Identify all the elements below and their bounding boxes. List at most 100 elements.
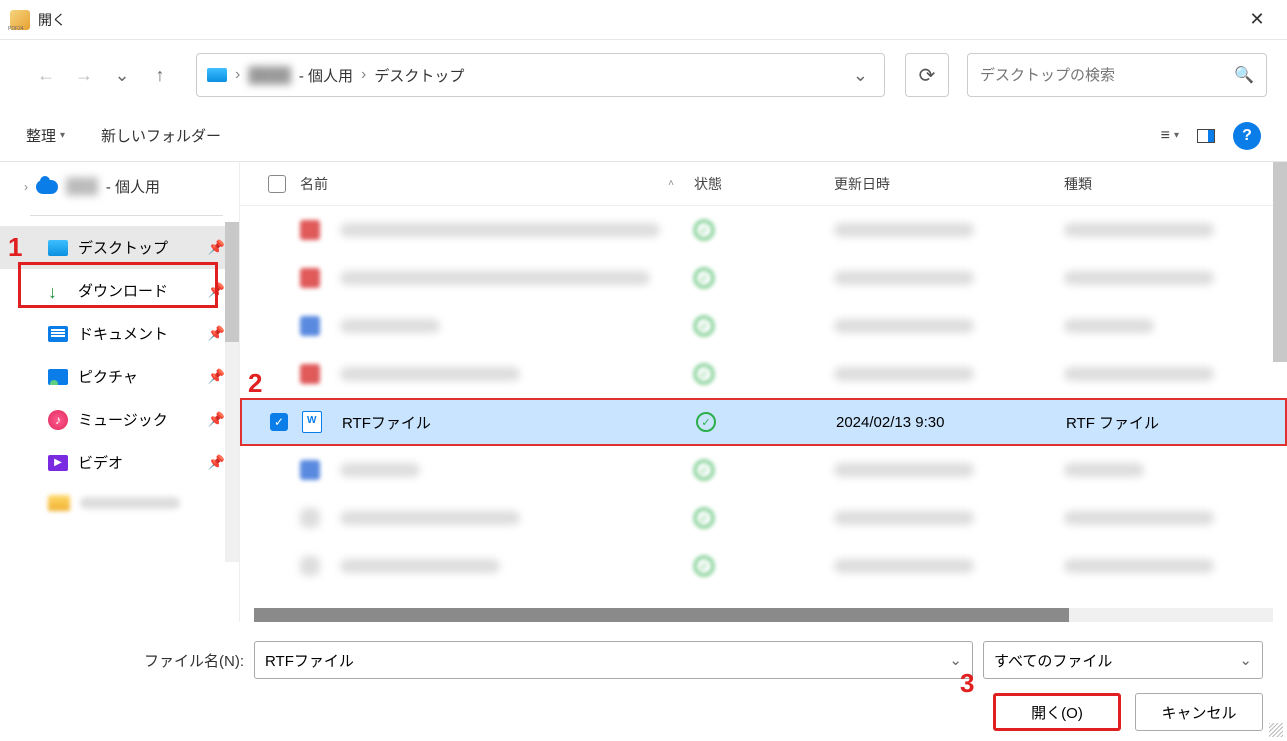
scrollbar-thumb[interactable]: [254, 608, 1069, 622]
file-list-header: 名前 ˄ 状態 更新日時 種類: [240, 162, 1287, 206]
file-type-filter[interactable]: すべてのファイル ⌄: [983, 641, 1263, 679]
blurred-text: [80, 497, 180, 509]
column-name[interactable]: 名前 ˄: [300, 174, 694, 194]
preview-pane-button[interactable]: [1197, 129, 1215, 143]
navbar: ← → ⌄ ↑ › ████ - 個人用 › デスクトップ ⌄ ⟳ 🔍: [0, 40, 1287, 110]
status-ok-icon: ✓: [694, 364, 714, 384]
sidebar-scrollbar[interactable]: [225, 222, 239, 562]
filename-value: RTFファイル: [265, 650, 354, 671]
pin-icon: 📌: [208, 325, 225, 342]
sidebar-item-pictures[interactable]: ピクチャ 📌: [0, 355, 239, 398]
tree-root-label: - 個人用: [106, 176, 160, 197]
sidebar-item-label: ピクチャ: [78, 366, 138, 387]
filename-input[interactable]: RTFファイル ⌄: [254, 641, 973, 679]
file-name: RTFファイル: [342, 412, 431, 433]
file-row-blurred[interactable]: ✓: [240, 542, 1287, 590]
column-name-label: 名前: [300, 174, 328, 194]
folder-icon: [48, 495, 70, 511]
chevron-down-icon[interactable]: ⌄: [949, 651, 962, 669]
status-ok-icon: ✓: [696, 412, 716, 432]
resize-grip[interactable]: [1269, 723, 1283, 737]
status-ok-icon: ✓: [694, 460, 714, 480]
refresh-button[interactable]: ⟳: [905, 53, 949, 97]
file-row-blurred[interactable]: ✓: [240, 254, 1287, 302]
sidebar-item-videos[interactable]: ▶ ビデオ 📌: [0, 441, 239, 484]
address-bar[interactable]: › ████ - 個人用 › デスクトップ ⌄: [196, 53, 885, 97]
open-button[interactable]: 開く(O): [993, 693, 1121, 731]
file-date: 2024/02/13 9:30: [836, 414, 944, 431]
app-icon: [10, 10, 30, 30]
close-button[interactable]: ✕: [1237, 0, 1277, 40]
file-icon: [300, 220, 320, 240]
divider: [30, 215, 223, 216]
file-icon: [300, 268, 320, 288]
column-status[interactable]: 状態: [694, 174, 834, 194]
chevron-right-icon: ›: [24, 180, 28, 194]
sidebar-item-desktop[interactable]: デスクトップ 📌: [0, 226, 239, 269]
preview-icon: [1197, 129, 1215, 143]
sidebar-item-label: ミュージック: [78, 409, 168, 430]
picture-icon: [48, 369, 68, 385]
toolbar: 整理 ▾ 新しいフォルダー ≡ ▾ ?: [0, 110, 1287, 162]
address-dropdown-icon[interactable]: ⌄: [847, 65, 874, 86]
status-ok-icon: ✓: [694, 508, 714, 528]
up-button[interactable]: ↑: [144, 59, 176, 91]
filelist-hscrollbar[interactable]: [254, 608, 1273, 622]
checkbox-checked[interactable]: ✓: [270, 413, 288, 431]
file-icon: [300, 364, 320, 384]
file-row-blurred[interactable]: ✓: [240, 494, 1287, 542]
filelist-vscrollbar[interactable]: [1273, 162, 1287, 362]
file-row-blurred[interactable]: ✓: [240, 446, 1287, 494]
new-folder-button[interactable]: 新しいフォルダー: [101, 125, 221, 146]
sidebar-item-label: デスクトップ: [78, 237, 168, 258]
search-box[interactable]: 🔍: [967, 53, 1267, 97]
breadcrumb-seg-personal[interactable]: - 個人用: [299, 65, 353, 86]
sidebar: › ███ - 個人用 デスクトップ 📌 ↓ ダウンロード 📌 ドキュメント 📌…: [0, 162, 240, 622]
sidebar-item-documents[interactable]: ドキュメント 📌: [0, 312, 239, 355]
new-folder-label: 新しいフォルダー: [101, 125, 221, 146]
video-icon: ▶: [48, 455, 68, 471]
scrollbar-thumb[interactable]: [225, 222, 239, 342]
chevron-down-icon: ▾: [1174, 130, 1179, 141]
forward-button[interactable]: →: [68, 59, 100, 91]
status-ok-icon: ✓: [694, 316, 714, 336]
search-icon[interactable]: 🔍: [1234, 65, 1254, 85]
pin-icon: 📌: [208, 411, 225, 428]
column-checkbox[interactable]: [254, 175, 300, 193]
file-icon: [300, 508, 320, 528]
back-button[interactable]: ←: [30, 59, 62, 91]
pin-icon: 📌: [208, 282, 225, 299]
sidebar-item-downloads[interactable]: ↓ ダウンロード 📌: [0, 269, 239, 312]
sidebar-item-music[interactable]: ♪ ミュージック 📌: [0, 398, 239, 441]
annotation-2: 2: [248, 368, 262, 399]
file-icon: [300, 460, 320, 480]
organize-button[interactable]: 整理 ▾: [26, 125, 65, 146]
desktop-icon: [48, 240, 68, 256]
view-mode-button[interactable]: ≡ ▾: [1161, 127, 1179, 145]
pin-icon: 📌: [208, 368, 225, 385]
file-type: RTF ファイル: [1066, 415, 1159, 432]
recent-dropdown[interactable]: ⌄: [106, 59, 138, 91]
column-date[interactable]: 更新日時: [834, 174, 1064, 194]
file-icon: [300, 556, 320, 576]
breadcrumb-seg-desktop[interactable]: デスクトップ: [374, 65, 464, 86]
organize-label: 整理: [26, 125, 56, 146]
status-ok-icon: ✓: [694, 556, 714, 576]
help-button[interactable]: ?: [1233, 122, 1261, 150]
file-row-blurred[interactable]: ✓: [240, 206, 1287, 254]
file-row-blurred[interactable]: ✓: [240, 302, 1287, 350]
breadcrumb-sep-icon: ›: [235, 66, 240, 84]
file-row-blurred[interactable]: ✓: [240, 350, 1287, 398]
sort-indicator-icon: ˄: [668, 178, 674, 189]
cancel-button[interactable]: キャンセル: [1135, 693, 1263, 731]
tree-user-blur: ███: [66, 178, 98, 195]
sidebar-item-blurred[interactable]: [0, 484, 239, 522]
search-input[interactable]: [980, 67, 1234, 84]
breadcrumb-seg-user[interactable]: ████: [248, 67, 291, 84]
window-title: 開く: [38, 10, 66, 30]
file-row-selected[interactable]: ✓ RTFファイル ✓ 2024/02/13 9:30 RTF ファイル: [240, 398, 1287, 446]
column-type[interactable]: 種類: [1064, 174, 1287, 194]
chevron-down-icon[interactable]: ⌄: [1239, 651, 1252, 669]
tree-root-onedrive[interactable]: › ███ - 個人用: [0, 168, 239, 205]
rtf-file-icon: [302, 411, 322, 433]
